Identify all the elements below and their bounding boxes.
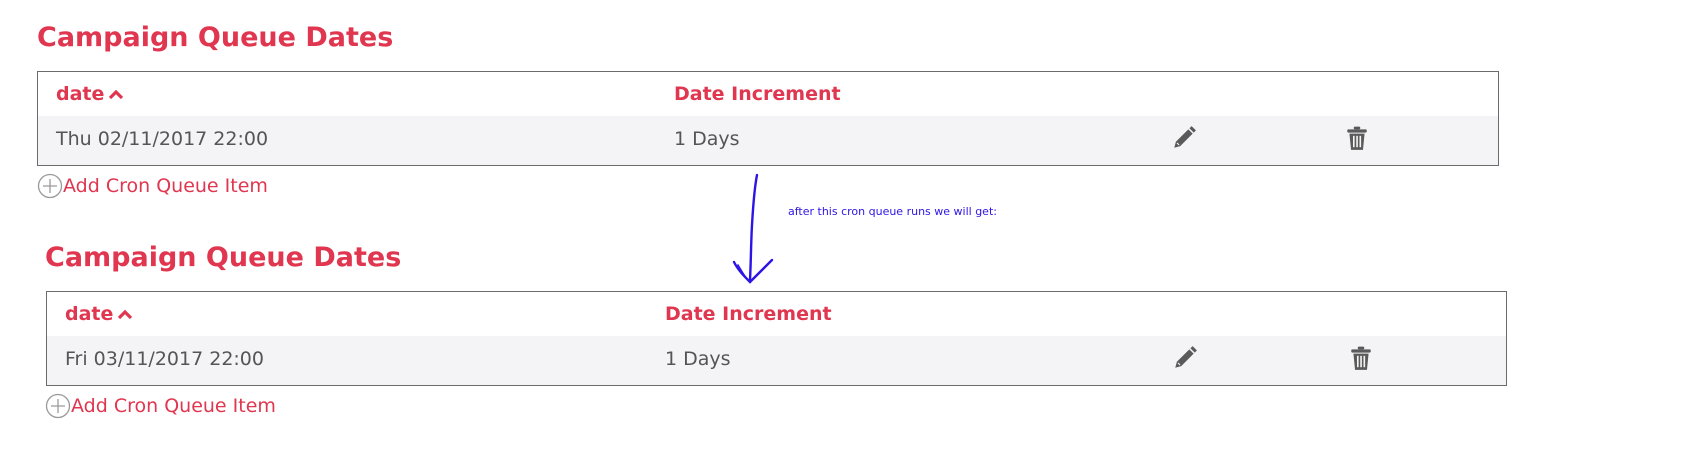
add-cron-queue-item-link-2[interactable]: Add Cron Queue Item xyxy=(45,393,276,419)
section-1-title: Campaign Queue Dates xyxy=(37,22,394,53)
queue-table-2: date Date Increment Fri 03/11/2017 22:00… xyxy=(46,291,1507,386)
trash-icon[interactable] xyxy=(1348,345,1374,371)
section-2-title: Campaign Queue Dates xyxy=(45,242,402,273)
row-increment: 1 Days xyxy=(665,348,731,370)
plus-circle-icon xyxy=(37,173,63,199)
add-cron-queue-item-label: Add Cron Queue Item xyxy=(71,395,276,417)
date-column-label: date xyxy=(56,83,105,105)
plus-circle-icon xyxy=(45,393,71,419)
table-header: date Date Increment xyxy=(47,292,1506,336)
pencil-icon[interactable] xyxy=(1171,125,1197,151)
row-increment: 1 Days xyxy=(674,128,740,150)
date-column-header[interactable]: date xyxy=(56,83,124,105)
chevron-up-icon xyxy=(109,89,124,99)
table-row: Fri 03/11/2017 22:00 1 Days xyxy=(47,336,1506,385)
table-header: date Date Increment xyxy=(38,72,1498,116)
chevron-up-icon xyxy=(118,309,133,319)
date-column-label: date xyxy=(65,303,114,325)
date-increment-column-header[interactable]: Date Increment xyxy=(674,83,841,105)
hand-drawn-down-arrow xyxy=(732,173,774,284)
date-increment-column-header[interactable]: Date Increment xyxy=(665,303,832,325)
queue-table-1: date Date Increment Thu 02/11/2017 22:00… xyxy=(37,71,1499,166)
trash-icon[interactable] xyxy=(1344,125,1370,151)
annotation-note: after this cron queue runs we will get: xyxy=(788,205,997,218)
pencil-icon[interactable] xyxy=(1172,345,1198,371)
add-cron-queue-item-label: Add Cron Queue Item xyxy=(63,175,268,197)
row-date: Thu 02/11/2017 22:00 xyxy=(56,128,269,150)
add-cron-queue-item-link-1[interactable]: Add Cron Queue Item xyxy=(37,173,268,199)
table-row: Thu 02/11/2017 22:00 1 Days xyxy=(38,116,1498,165)
date-column-header[interactable]: date xyxy=(65,303,133,325)
row-date: Fri 03/11/2017 22:00 xyxy=(65,348,264,370)
